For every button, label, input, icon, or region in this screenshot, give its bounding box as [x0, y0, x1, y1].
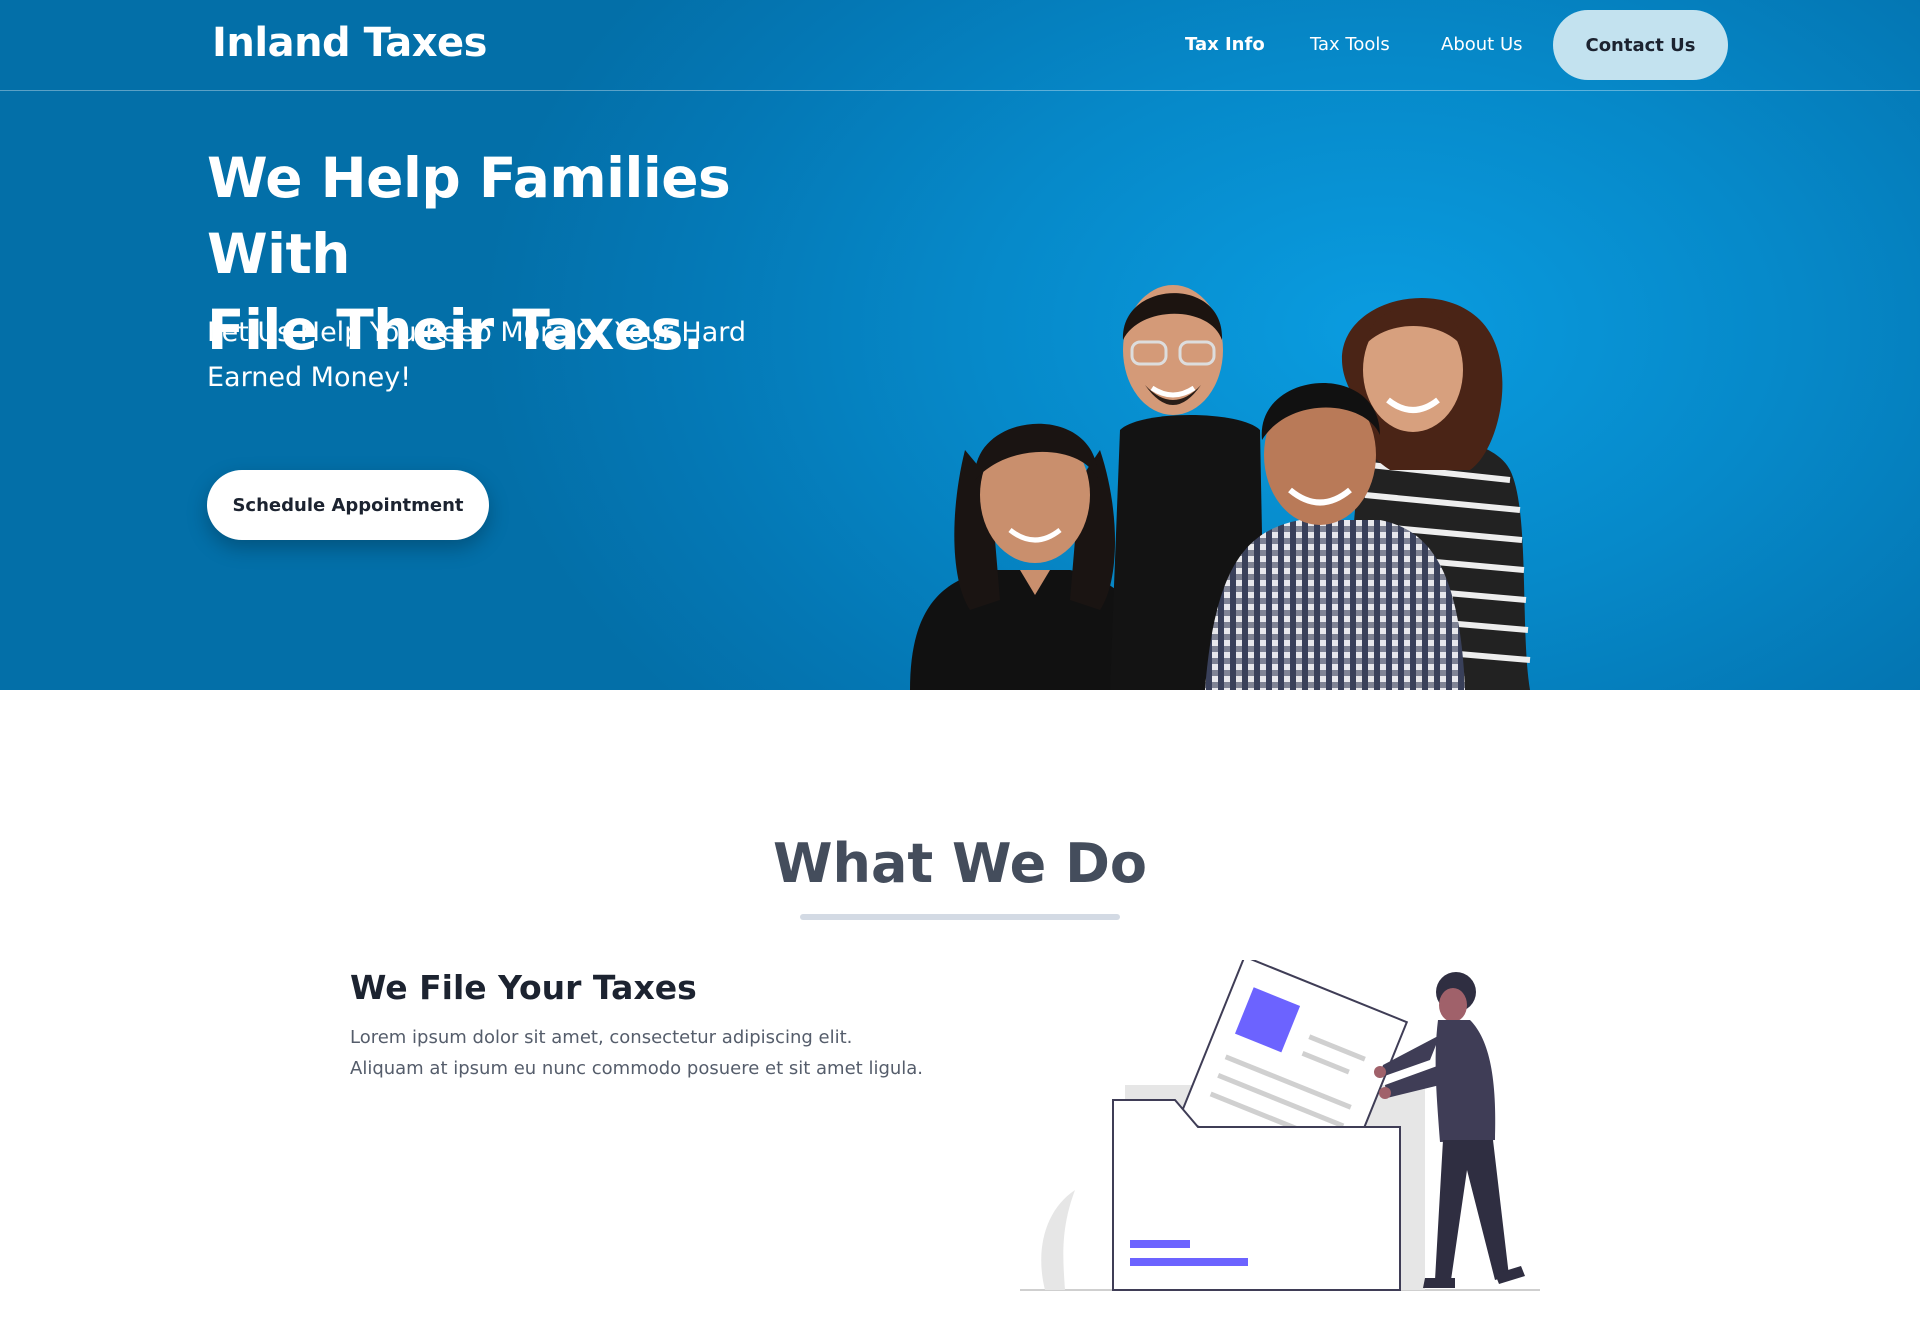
file-folder-illustration	[1020, 960, 1540, 1291]
nav-link-about-us[interactable]: About Us	[1441, 34, 1523, 55]
brand-logo[interactable]: Inland Taxes	[212, 20, 487, 66]
what-we-do-heading: What We Do	[772, 832, 1148, 895]
hero-title-line1: We Help Families With	[207, 146, 731, 286]
group-photo	[910, 285, 1531, 690]
nav-link-tax-info[interactable]: Tax Info	[1185, 34, 1265, 55]
hero-section: Inland Taxes Tax Info Tax Tools About Us…	[0, 0, 1920, 690]
feature-description: Lorem ipsum dolor sit amet, consectetur …	[350, 1027, 924, 1079]
top-navbar: Inland Taxes Tax Info Tax Tools About Us…	[0, 0, 1920, 91]
hero-subtitle: Let Us Help You Keep More Of Your Hard E…	[207, 317, 747, 393]
feature-title: We File Your Taxes	[350, 968, 697, 1007]
nav-link-tax-tools[interactable]: Tax Tools	[1310, 34, 1390, 55]
contact-us-button[interactable]: Contact Us	[1553, 10, 1728, 80]
schedule-appointment-button[interactable]: Schedule Appointment	[207, 470, 489, 540]
heading-underline	[800, 914, 1120, 920]
